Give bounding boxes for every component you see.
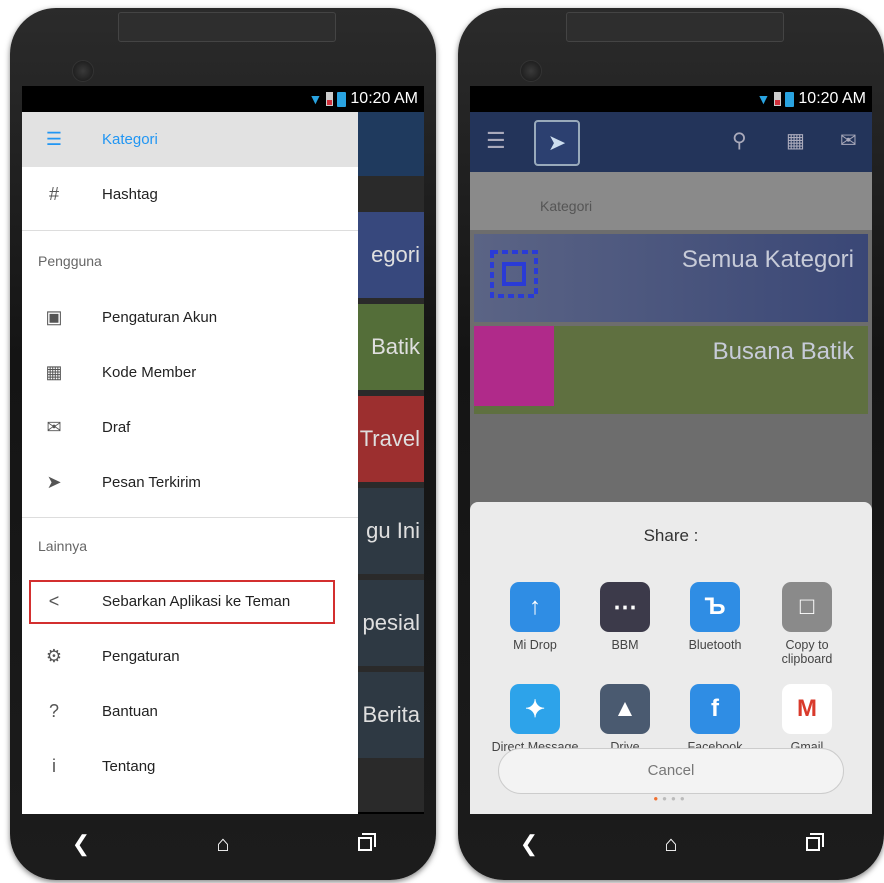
share-target-direct-message[interactable]: ✦ Direct Message: [490, 684, 580, 754]
front-camera: [72, 60, 94, 82]
section-header-pengguna: Pengguna: [38, 253, 102, 269]
app-bar: ☰ ➤ ⚲ ▦ ✉: [470, 112, 872, 172]
drawer-item-label: Draf: [102, 419, 131, 436]
draft-icon: ✉: [46, 417, 62, 437]
share-target-bluetooth[interactable]: Ъ Bluetooth: [670, 582, 760, 652]
mi-drop-icon: ↑: [510, 582, 560, 632]
sim-icon: [326, 92, 334, 106]
help-icon: ?: [48, 701, 59, 721]
app-logo-icon: ➤: [534, 120, 580, 166]
home-icon[interactable]: ⌂: [193, 831, 253, 857]
sim-icon: [774, 92, 782, 106]
menu-icon[interactable]: ☰: [486, 128, 506, 154]
dress-icon: [474, 326, 554, 406]
drawer-item-hashtag[interactable]: # Hashtag: [22, 167, 358, 222]
navigation-drawer: ☰ Kategori # Hashtag Pengguna ▣ Pengatur…: [22, 112, 358, 814]
category-tile-label: Semua Kategori: [681, 246, 854, 273]
home-icon[interactable]: ⌂: [641, 831, 701, 857]
drawer-item-label: Kategori: [102, 131, 158, 148]
facebook-icon: f: [690, 684, 740, 734]
hashtag-icon: #: [48, 184, 59, 204]
front-camera: [520, 60, 542, 82]
share-icon: <: [48, 591, 60, 611]
wifi-icon: ▼: [308, 91, 323, 107]
select-all-icon: [474, 234, 554, 314]
system-nav-bar: ❮ ⌂: [10, 816, 436, 872]
member-card-icon[interactable]: ▦: [786, 128, 805, 153]
share-target-label: Bluetooth: [688, 638, 742, 652]
bbm-icon: ⋯: [600, 582, 650, 632]
share-target-mi-drop[interactable]: ↑ Mi Drop: [490, 582, 580, 652]
gmail-icon: M: [782, 684, 832, 734]
cancel-button[interactable]: Cancel: [498, 748, 844, 794]
divider: [22, 230, 358, 231]
drawer-item-draf[interactable]: ✉ Draf: [22, 400, 358, 455]
share-target-gmail[interactable]: M Gmail: [762, 684, 852, 754]
drawer-item-label: Kode Member: [102, 364, 197, 381]
drawer-item-label: Sebarkan Aplikasi ke Teman: [102, 593, 291, 610]
share-target-label: BBM: [611, 638, 639, 652]
drawer-item-label: Pengaturan: [102, 648, 180, 665]
drive-icon: ▲: [600, 684, 650, 734]
kategori-label: Kategori: [470, 172, 872, 230]
drawer-item-sebarkan[interactable]: < Sebarkan Aplikasi ke Teman: [22, 574, 358, 629]
share-target-label: Mi Drop: [513, 638, 557, 652]
status-bar: ▼ 10:20 AM: [470, 86, 872, 112]
category-tile-label: Busana Batik: [712, 338, 854, 365]
drawer-item-bantuan[interactable]: ? Bantuan: [22, 684, 358, 739]
drawer-item-tentang[interactable]: i Tentang: [22, 739, 358, 794]
gear-icon: ⚙: [45, 646, 63, 666]
status-time: 10:20 AM: [350, 90, 418, 107]
page-indicator: ●●●●: [653, 794, 689, 803]
share-target-facebook[interactable]: f Facebook: [670, 684, 760, 754]
battery-icon: [785, 91, 795, 107]
drawer-item-pengaturan-akun[interactable]: ▣ Pengaturan Akun: [22, 290, 358, 345]
drawer-item-kode-member[interactable]: ▦ Kode Member: [22, 345, 358, 400]
share-target-bbm[interactable]: ⋯ BBM: [580, 582, 670, 652]
drawer-item-label: Pengaturan Akun: [102, 309, 218, 326]
twitter-icon: ✦: [510, 684, 560, 734]
member-card-icon: ▦: [45, 362, 63, 382]
drawer-item-label: Bantuan: [102, 703, 158, 720]
right-screen: ▼ 10:20 AM ☰ ➤ ⚲ ▦ ✉ Kategori Semua Kate…: [470, 86, 872, 814]
share-target-label: Copy to clipboard: [781, 638, 833, 666]
speaker-grille: [118, 12, 336, 42]
recents-icon[interactable]: [335, 831, 395, 857]
left-screen: ▼ 10:20 AM egori Batik Travel gu Ini pes…: [22, 86, 424, 814]
status-time: 10:20 AM: [798, 90, 866, 107]
wifi-icon: ▼: [756, 91, 771, 107]
status-bar: ▼ 10:20 AM: [22, 86, 424, 112]
share-target-copy[interactable]: □ Copy to clipboard: [762, 582, 852, 666]
bluetooth-icon: Ъ: [690, 582, 740, 632]
back-icon[interactable]: ❮: [499, 831, 559, 857]
category-tile-semua[interactable]: Semua Kategori: [474, 234, 868, 322]
right-phone: ▼ 10:20 AM ☰ ➤ ⚲ ▦ ✉ Kategori Semua Kate…: [458, 8, 884, 880]
sent-icon: ➤: [46, 472, 62, 492]
category-tile-busana-batik[interactable]: Busana Batik: [474, 326, 868, 414]
drawer-item-pengaturan[interactable]: ⚙ Pengaturan: [22, 629, 358, 684]
list-icon: ☰: [45, 129, 63, 149]
search-icon[interactable]: ⚲: [732, 128, 747, 153]
drawer-item-label: Pesan Terkirim: [102, 474, 201, 491]
info-icon: i: [52, 756, 56, 776]
system-nav-bar: ❮ ⌂: [458, 816, 884, 872]
speaker-grille: [566, 12, 784, 42]
drawer-item-kategori[interactable]: ☰ Kategori: [22, 112, 358, 167]
drawer-item-pesan-terkirim[interactable]: ➤ Pesan Terkirim: [22, 455, 358, 510]
battery-icon: [337, 91, 347, 107]
share-target-drive[interactable]: ▲ Drive: [580, 684, 670, 754]
left-phone: ▼ 10:20 AM egori Batik Travel gu Ini pes…: [10, 8, 436, 880]
drawer-item-label: Tentang: [102, 758, 156, 775]
clipboard-icon: □: [782, 582, 832, 632]
draft-icon[interactable]: ✉: [840, 128, 857, 153]
divider: [22, 517, 358, 518]
account-icon: ▣: [45, 307, 63, 327]
drawer-item-label: Hashtag: [102, 186, 158, 203]
share-title: Share :: [643, 526, 699, 545]
section-header-lainnya: Lainnya: [38, 538, 88, 554]
back-icon[interactable]: ❮: [51, 831, 111, 857]
recents-icon[interactable]: [783, 831, 843, 857]
